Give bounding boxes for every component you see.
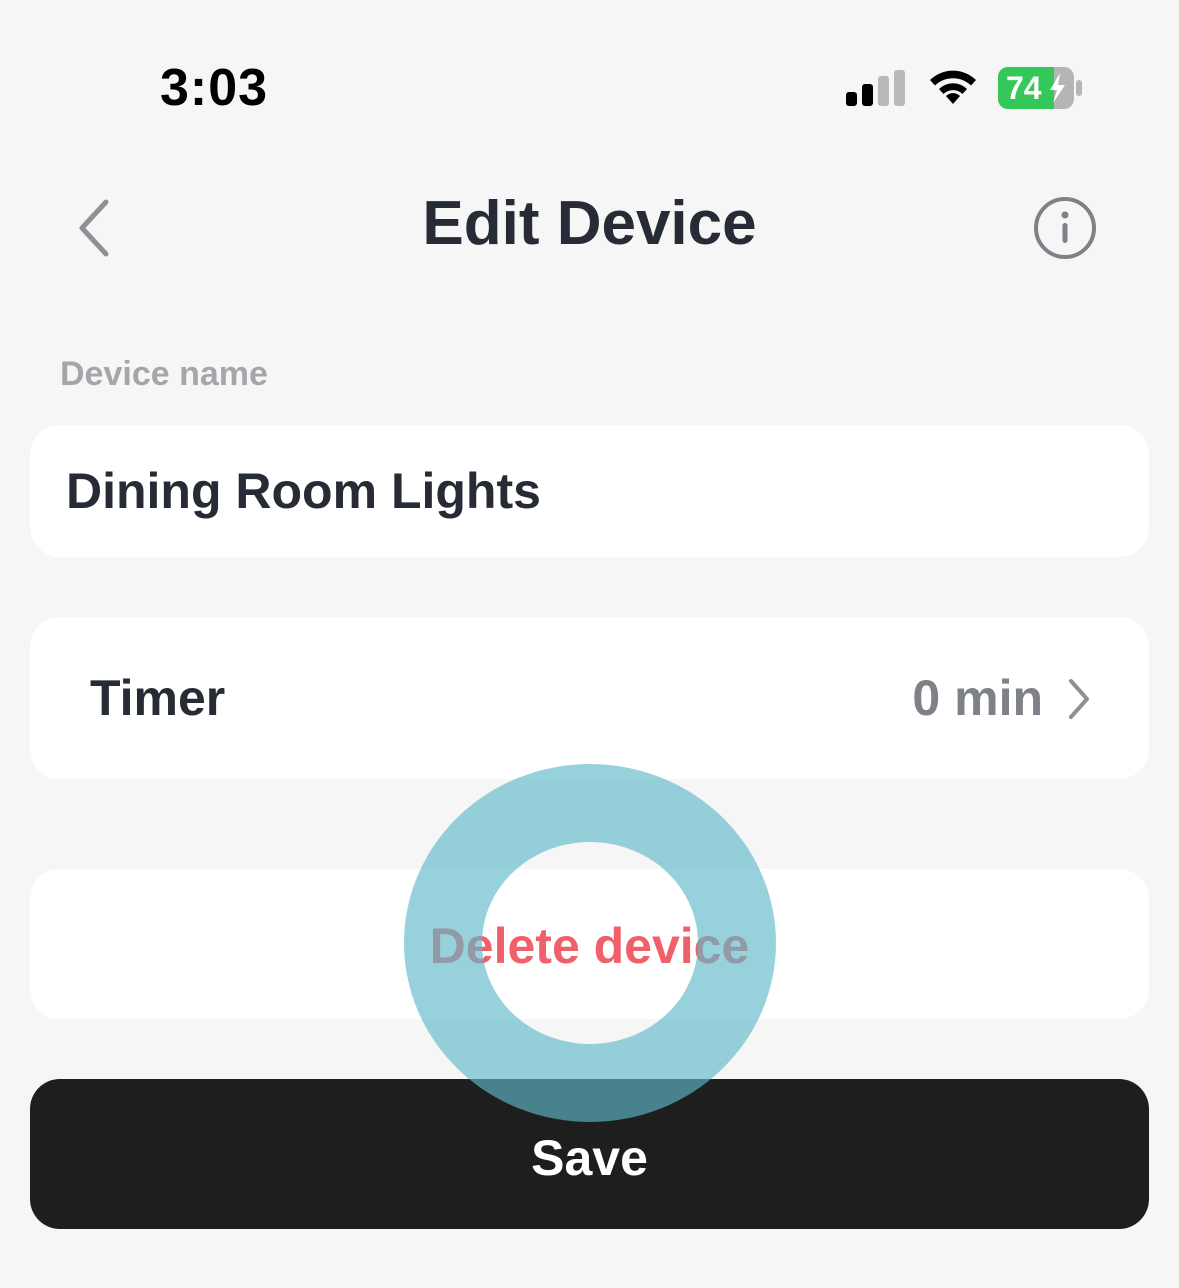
page-title: Edit Device (422, 189, 757, 258)
save-label: Save (531, 1130, 648, 1186)
delete-device-button[interactable]: Delete device (30, 869, 1149, 1019)
status-time: 3:03 (160, 59, 269, 117)
device-name-label: Device name (60, 355, 268, 393)
info-circle-icon (1034, 197, 1096, 259)
device-name-input[interactable] (66, 449, 1106, 533)
save-button[interactable]: Save (30, 1079, 1149, 1229)
chevron-right-icon (1069, 679, 1089, 719)
delete-device-label: Delete device (429, 918, 750, 974)
info-button[interactable] (1032, 195, 1098, 261)
battery-level: 74 (1006, 70, 1042, 106)
timer-row[interactable]: Timer 0 min (30, 617, 1149, 779)
device-name-card (30, 425, 1149, 557)
timer-value: 0 min (912, 670, 1043, 726)
cellular-signal-icon (846, 70, 905, 106)
timer-label: Timer (90, 670, 226, 726)
wifi-icon (930, 70, 976, 104)
